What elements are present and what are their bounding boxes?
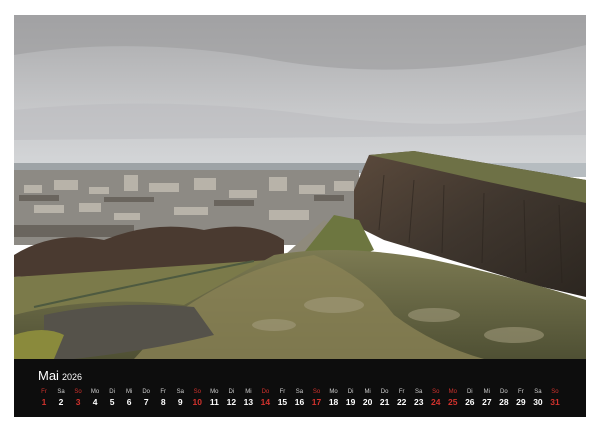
day-number: 31: [550, 397, 560, 407]
day-number: 19: [345, 397, 356, 407]
day-cell: Mi 27: [479, 388, 495, 408]
month-heading: Mai 2026: [38, 367, 82, 385]
weekday-label: So: [193, 389, 201, 395]
weekday-label: Sa: [415, 389, 423, 395]
day-number: 18: [328, 397, 339, 407]
weekday-label: Sa: [295, 389, 304, 395]
weekday-label: Mi: [483, 389, 490, 395]
weekday-label: Do: [500, 389, 508, 395]
day-number: 22: [396, 397, 407, 407]
day-cell: Di 19: [343, 388, 359, 408]
weekday-label: Mi: [364, 389, 371, 395]
day-number: 16: [294, 397, 305, 407]
weekday-label: Fr: [160, 389, 167, 395]
day-cell: Di 12: [223, 388, 239, 408]
weekday-label: Mo: [448, 389, 457, 395]
day-cell: Fr 29: [513, 388, 529, 408]
day-cell: Do 7: [138, 388, 154, 408]
day-cell: Sa 9: [172, 388, 188, 408]
day-cell: Mo 4: [87, 388, 103, 408]
weekday-label: Fr: [279, 389, 286, 395]
day-cell: So 17: [309, 388, 325, 408]
day-cell: So 10: [189, 388, 205, 408]
calendar-bar: Mai 2026 Fr 1 Sa 2 So 3 Mo 4 Di 5 Mi 6 Do 7 Fr 8 Sa 9 So 10 M…: [14, 359, 586, 417]
day-number: 3: [75, 397, 81, 407]
day-cell: Do 21: [377, 388, 393, 408]
calendar-photo: [14, 15, 586, 359]
day-grid: Fr 1 Sa 2 So 3 Mo 4 Di 5 Mi 6 Do 7 Fr 8 Sa 9 So 10 Mo 11 Di 12 M…: [36, 388, 564, 412]
day-cell: Mi 6: [121, 388, 137, 408]
day-number: 20: [362, 397, 373, 407]
day-cell: Fr 1: [36, 388, 52, 408]
day-number: 7: [143, 397, 149, 407]
day-cell: Do 28: [496, 388, 512, 408]
day-number: 8: [160, 397, 166, 407]
weekday-label: Di: [109, 389, 115, 395]
weekday-label: So: [551, 389, 559, 395]
day-number: 12: [226, 397, 237, 407]
weekday-label: Mi: [125, 389, 133, 395]
weekday-label: Di: [347, 389, 354, 395]
day-number: 24: [431, 397, 441, 407]
day-cell: Sa 16: [291, 388, 307, 408]
weekday-label: Fr: [518, 389, 524, 395]
day-cell: Mo 11: [206, 388, 222, 408]
year-label: 2026: [61, 372, 82, 382]
day-number: 25: [448, 397, 458, 407]
weekday-label: So: [432, 389, 440, 395]
day-number: 13: [243, 397, 254, 407]
weekday-label: Mo: [329, 389, 338, 395]
day-cell: Di 5: [104, 388, 120, 408]
weekday-label: Fr: [398, 389, 405, 395]
weekday-label: Do: [142, 389, 151, 395]
day-number: 15: [277, 397, 288, 407]
day-cell: So 3: [70, 388, 86, 408]
weekday-label: Do: [380, 389, 389, 395]
day-cell: Mo 25: [445, 388, 461, 408]
day-number: 11: [209, 397, 219, 407]
day-number: 21: [379, 397, 390, 407]
day-cell: Mi 20: [360, 388, 376, 408]
month-name: Mai: [38, 368, 59, 383]
weekday-label: Mi: [245, 389, 252, 395]
day-cell: Fr 8: [155, 388, 171, 408]
day-number: 30: [533, 397, 543, 407]
day-number: 1: [41, 397, 47, 407]
day-cell: Mi 13: [240, 388, 256, 408]
day-number: 17: [311, 397, 322, 407]
day-cell: Sa 23: [411, 388, 427, 408]
day-cell: Di 26: [462, 388, 478, 408]
weekday-label: Sa: [534, 389, 542, 395]
day-number: 26: [465, 397, 475, 407]
weekday-label: So: [312, 389, 321, 395]
day-cell: Sa 2: [53, 388, 69, 408]
weekday-label: So: [74, 389, 82, 395]
weekday-label: Mo: [210, 389, 219, 395]
day-cell: So 24: [428, 388, 444, 408]
weekday-label: Sa: [176, 389, 184, 395]
day-cell: Fr 15: [274, 388, 290, 408]
day-number: 6: [126, 397, 132, 407]
weekday-label: Fr: [41, 389, 47, 395]
day-number: 23: [413, 397, 424, 407]
day-number: 4: [92, 397, 98, 407]
day-number: 9: [177, 397, 183, 407]
day-number: 14: [260, 397, 271, 407]
day-cell: So 31: [547, 388, 563, 408]
weekday-label: Mo: [90, 389, 100, 395]
day-cell: Mo 18: [326, 388, 342, 408]
weekday-label: Di: [228, 389, 235, 395]
day-number: 28: [499, 397, 509, 407]
weekday-label: Sa: [57, 389, 65, 395]
day-number: 10: [192, 397, 203, 407]
day-cell: Sa 30: [530, 388, 546, 408]
weekday-label: Do: [261, 389, 270, 395]
day-number: 27: [482, 397, 492, 407]
day-cell: Fr 22: [394, 388, 410, 408]
day-number: 29: [516, 397, 526, 407]
day-number: 5: [109, 397, 115, 407]
weekday-label: Di: [466, 389, 473, 395]
day-number: 2: [58, 397, 64, 407]
day-cell: Do 14: [257, 388, 273, 408]
